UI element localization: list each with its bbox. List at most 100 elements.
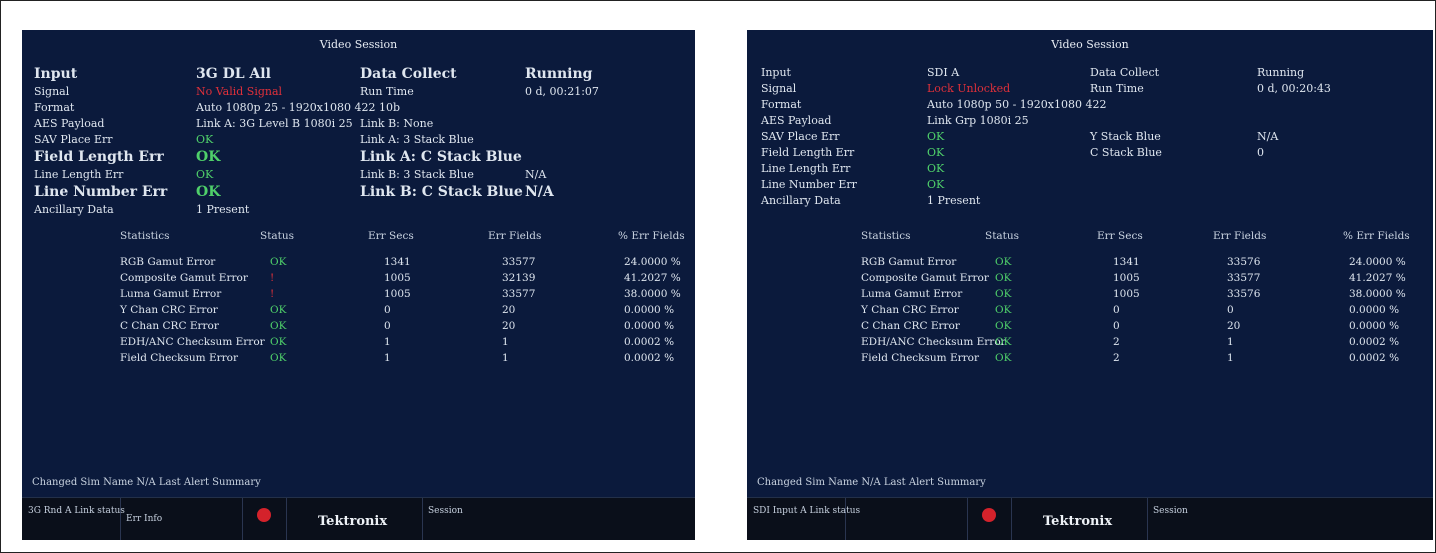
- right-footer-cell-4[interactable]: Session: [1147, 498, 1433, 540]
- info-label: AES Payload: [761, 114, 832, 127]
- stats-row-name: Y Chan CRC Error: [120, 304, 218, 316]
- stats-row-err-secs: 0: [1113, 304, 1120, 316]
- stats-row-err-secs: 1005: [384, 272, 411, 284]
- info-value: No Valid Signal: [196, 85, 283, 98]
- info-label-2: Link B: C Stack Blue: [360, 184, 523, 200]
- info-value: Auto 1080p 50 - 1920x1080 422: [927, 98, 1107, 111]
- info-label: SAV Place Err: [761, 130, 840, 143]
- tektronix-logo-icon: [257, 508, 271, 522]
- stats-row-err-fields: 1: [502, 352, 509, 364]
- stats-row-err-fields: 0: [1227, 304, 1234, 316]
- info-value: OK: [196, 184, 221, 200]
- info-value-2: N/A: [525, 168, 547, 181]
- info-value: 3G DL All: [196, 66, 271, 82]
- info-label-2: Run Time: [1090, 82, 1144, 95]
- info-label: Field Length Err: [34, 149, 164, 165]
- info-value-2: Running: [525, 66, 593, 82]
- left-footer-logo-cell: [242, 498, 287, 540]
- stats-row-name: RGB Gamut Error: [120, 256, 216, 268]
- info-label: AES Payload: [34, 117, 105, 130]
- info-label: Line Length Err: [34, 168, 124, 181]
- right-footer-cell-2[interactable]: [845, 498, 968, 540]
- stats-row-status: OK: [270, 352, 287, 364]
- right-status-line: Changed Sim Name N/A Last Alert Summary: [757, 477, 986, 488]
- stats-row-pct: 41.2027 %: [624, 272, 681, 284]
- info-value: OK: [196, 168, 214, 181]
- info-value: Auto 1080p 25 - 1920x1080 422 10b: [196, 101, 401, 114]
- left-footer-bar: 3G Rnd A Link status Err Info Tektronix …: [22, 497, 695, 540]
- left-footer-cell-1[interactable]: 3G Rnd A Link status: [22, 498, 125, 540]
- info-label-2: Y Stack Blue: [1090, 130, 1161, 143]
- stats-row-err-fields: 20: [502, 304, 516, 316]
- info-label-2: Link B: 3 Stack Blue: [360, 168, 474, 181]
- stats-row-status: OK: [995, 304, 1012, 316]
- right-footer-logo-cell: [967, 498, 1012, 540]
- stats-row-err-secs: 1: [384, 336, 391, 348]
- stats-row-status: OK: [995, 336, 1012, 348]
- stats-row-status: OK: [995, 288, 1012, 300]
- stats-row-name: EDH/ANC Checksum Error: [120, 336, 265, 348]
- stats-row-err-fields: 33577: [502, 256, 536, 268]
- info-label-2: C Stack Blue: [1090, 146, 1162, 159]
- info-label: Format: [761, 98, 802, 111]
- stats-row-name: Luma Gamut Error: [861, 288, 963, 300]
- left-footer-cell-1-text: 3G Rnd A Link status: [28, 506, 125, 516]
- stats-row-err-fields: 20: [1227, 320, 1241, 332]
- stats-row-err-fields: 1: [502, 336, 509, 348]
- info-value: OK: [196, 149, 221, 165]
- info-value: OK: [927, 162, 945, 175]
- info-label: Signal: [34, 85, 70, 98]
- info-label: Input: [761, 66, 791, 79]
- stats-header-cell: % Err Fields: [618, 230, 685, 242]
- info-label: Line Number Err: [34, 184, 168, 200]
- info-label: Ancillary Data: [34, 203, 114, 216]
- stats-row-name: Composite Gamut Error: [861, 272, 989, 284]
- right-footer-cell-1[interactable]: SDI Input A Link status: [747, 498, 860, 540]
- info-value: 1 Present: [196, 203, 250, 216]
- info-value-2: N/A: [525, 184, 554, 200]
- stats-row-err-fields: 20: [502, 320, 516, 332]
- left-footer-cell-4[interactable]: Session: [422, 498, 695, 540]
- stats-header-cell: Statistics: [861, 230, 911, 242]
- stats-row-pct: 0.0000 %: [1349, 320, 1400, 332]
- stats-row-status: OK: [270, 304, 287, 316]
- stats-header-cell: Status: [985, 230, 1020, 242]
- info-label: Line Length Err: [761, 162, 851, 175]
- stats-row-status: OK: [995, 352, 1012, 364]
- info-value-2: 0 d, 00:20:43: [1257, 82, 1331, 95]
- stats-row-status: !: [270, 288, 275, 300]
- info-value-2: Running: [1257, 66, 1305, 79]
- info-label: Ancillary Data: [761, 194, 841, 207]
- stats-row-pct: 0.0000 %: [624, 304, 675, 316]
- stats-row-err-fields: 33576: [1227, 256, 1261, 268]
- info-label: Line Number Err: [761, 178, 857, 191]
- info-value: OK: [927, 146, 945, 159]
- stats-row-err-secs: 0: [384, 304, 391, 316]
- stats-row-err-secs: 1005: [1113, 272, 1140, 284]
- stats-row-err-secs: 0: [384, 320, 391, 332]
- stats-header-cell: % Err Fields: [1343, 230, 1410, 242]
- stats-row-name: Field Checksum Error: [861, 352, 980, 364]
- left-video-session-screen: Video Session Input 3G DL All Data Collect…: [22, 30, 695, 540]
- stats-row-status: OK: [270, 320, 287, 332]
- info-value: OK: [196, 133, 214, 146]
- stats-row-err-secs: 1341: [384, 256, 411, 268]
- stats-row-name: EDH/ANC Checksum Error: [861, 336, 1006, 348]
- stats-row-pct: 41.2027 %: [1349, 272, 1406, 284]
- right-footer-bar: SDI Input A Link status Tektronix Sessio…: [747, 497, 1433, 540]
- stats-row-pct: 38.0000 %: [1349, 288, 1406, 300]
- stats-row-name: RGB Gamut Error: [861, 256, 957, 268]
- info-value: 1 Present: [927, 194, 981, 207]
- info-value: OK: [927, 130, 945, 143]
- info-value: Link Grp 1080i 25: [927, 114, 1029, 127]
- right-footer-brand-cell: Tektronix: [1011, 498, 1148, 540]
- stats-row-err-fields: 33577: [502, 288, 536, 300]
- stats-row-pct: 38.0000 %: [624, 288, 681, 300]
- left-footer-cell-2[interactable]: Err Info: [120, 498, 243, 540]
- stats-header-cell: Err Fields: [488, 230, 542, 242]
- info-value: SDI A: [927, 66, 960, 79]
- stats-row-err-secs: 1: [384, 352, 391, 364]
- stats-row-name: C Chan CRC Error: [120, 320, 219, 332]
- stats-header-cell: Err Secs: [368, 230, 414, 242]
- stats-row-status: OK: [995, 320, 1012, 332]
